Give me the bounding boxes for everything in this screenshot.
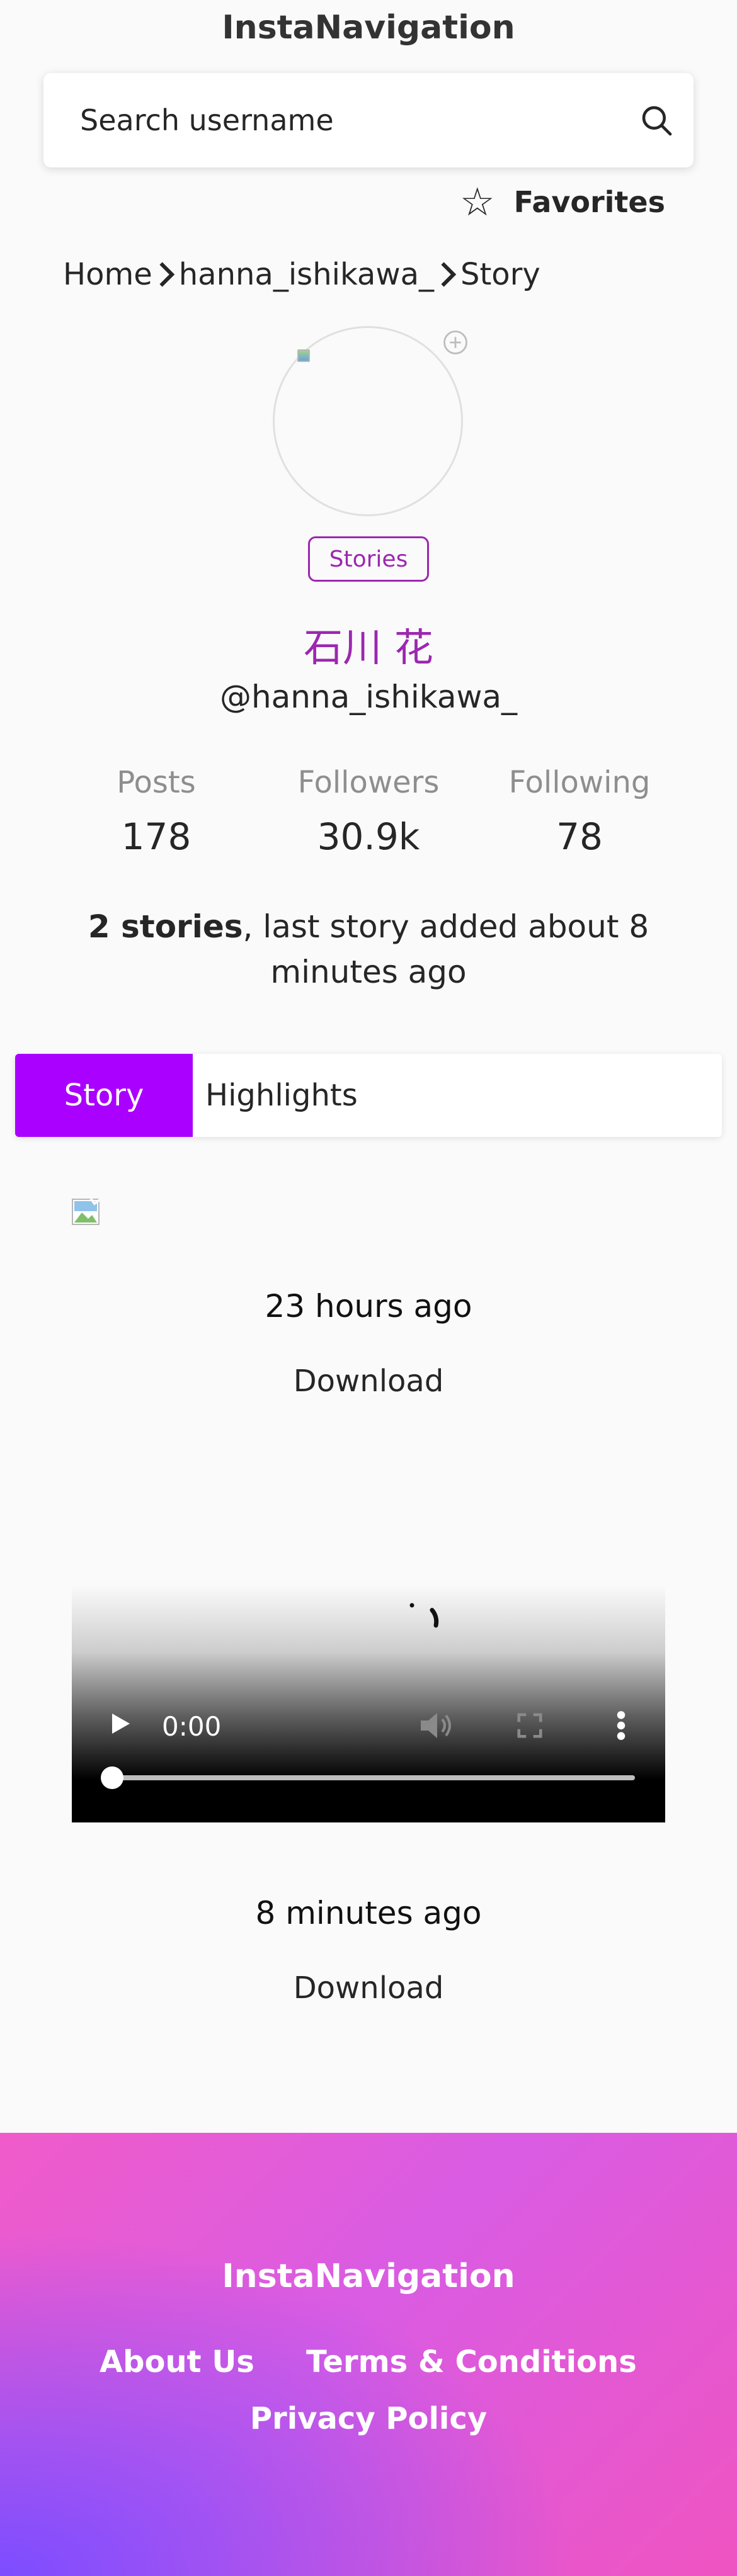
breadcrumb-home[interactable]: Home [63,257,152,292]
volume-icon[interactable] [418,1710,456,1741]
download-button[interactable]: Download [0,1970,737,2006]
stat-value: 30.9k [317,815,420,858]
stat-following: Following 78 [479,765,680,858]
stories-count: 2 stories [88,908,243,945]
search-input[interactable] [80,99,622,141]
video-time: 0:00 [162,1711,222,1742]
tab-bar: Story Highlights [15,1054,722,1137]
search-box [43,73,694,167]
favorites-label: Favorites [513,185,665,219]
last-story-text: , last story added about 8 minutes ago [243,908,649,990]
footer-link-privacy[interactable]: Privacy Policy [0,2401,737,2436]
chevron-right-icon [441,262,457,287]
stories-badge[interactable]: Stories [308,536,429,582]
more-options-icon[interactable] [615,1710,627,1741]
broken-image-icon [297,349,310,362]
favorites-button[interactable]: ☆ Favorites [460,183,665,222]
footer-brand[interactable]: InstaNavigation [0,2257,737,2295]
video-progress-track[interactable] [112,1775,635,1780]
story-time: 8 minutes ago [255,1895,482,1931]
footer-link-about[interactable]: About Us [100,2344,254,2380]
add-favorite-icon[interactable] [442,329,469,356]
video-progress-thumb[interactable] [101,1766,123,1789]
search-icon[interactable] [639,103,675,138]
chevron-right-icon [159,262,174,287]
story-time: 23 hours ago [265,1288,472,1325]
play-icon[interactable] [107,1711,132,1736]
breadcrumb-current: Story [460,257,540,292]
breadcrumb: Home hanna_ishikawa_ Story [63,257,540,292]
footer-link-terms[interactable]: Terms & Conditions [306,2344,637,2380]
stat-followers: Followers 30.9k [268,765,469,858]
star-icon: ☆ [460,179,495,225]
download-button[interactable]: Download [0,1364,737,1399]
broken-image-icon [72,1199,103,1225]
loading-spinner-icon [409,1602,439,1628]
stat-value: 178 [121,815,191,858]
stat-label: Following [508,765,651,800]
avatar [273,326,463,516]
fullscreen-icon[interactable] [515,1711,544,1740]
breadcrumb-profile[interactable]: hanna_ishikawa_ [179,257,434,292]
tab-highlights[interactable]: Highlights [193,1054,358,1137]
stat-label: Posts [117,765,196,800]
stories-summary: 2 stories, last story added about 8 minu… [25,904,712,995]
site-title[interactable]: InstaNavigation [0,9,737,47]
stat-label: Followers [297,765,440,800]
tab-story[interactable]: Story [15,1054,193,1137]
stat-posts: Posts 178 [55,765,257,858]
profile-username: @hanna_ishikawa_ [219,679,518,715]
stat-value: 78 [556,815,603,858]
profile-full-name: 石川 花 [304,624,433,670]
video-player[interactable]: 0:00 [72,1585,665,1822]
